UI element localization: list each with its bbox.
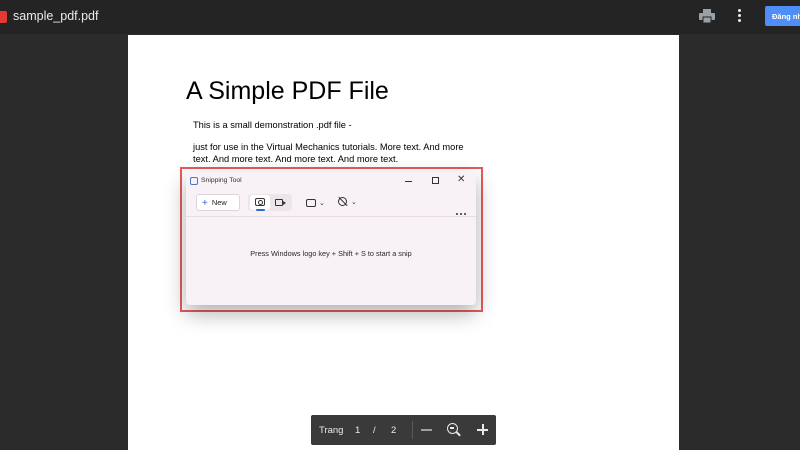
document-paragraph: just for use in the Virtual Mechanics tu…: [193, 142, 464, 164]
more-vert-icon[interactable]: [736, 9, 742, 23]
snipping-tool-window[interactable]: Snipping Tool ✕ + New ⌄ ⌄ Press Windows l…: [186, 172, 476, 305]
chevron-down-icon: ⌄: [319, 200, 325, 207]
snip-delay-dropdown[interactable]: ⌄: [338, 196, 358, 208]
pdf-icon: [0, 11, 7, 23]
snip-hint-text: Press Windows logo key + Shift + S to st…: [250, 249, 412, 258]
page-separator: /: [373, 425, 376, 436]
chevron-down-icon: ⌄: [351, 199, 357, 206]
current-page-input[interactable]: 1: [355, 425, 360, 436]
snipping-tool-title: Snipping Tool: [201, 177, 242, 184]
page-toolbar: Trang 1 / 2: [311, 415, 496, 445]
snipping-tool-titlebar[interactable]: Snipping Tool ✕: [186, 172, 476, 190]
file-title: sample_pdf.pdf: [13, 9, 99, 23]
more-horizontal-icon[interactable]: [456, 202, 468, 215]
new-snip-button[interactable]: + New: [196, 194, 240, 211]
document-title: A Simple PDF File: [186, 77, 389, 105]
document-text-line: This is a small demonstration .pdf file …: [193, 120, 352, 130]
print-icon[interactable]: [699, 9, 715, 23]
minimize-icon[interactable]: [405, 181, 412, 182]
top-bar: sample_pdf.pdf Đăng nhập: [0, 0, 800, 34]
snipping-tool-divider: [186, 216, 476, 217]
sign-in-button[interactable]: Đăng nhập: [765, 6, 800, 26]
snip-mode-toggle: [248, 194, 292, 211]
zoom-fit-icon[interactable]: [447, 423, 458, 434]
video-icon[interactable]: [275, 199, 286, 206]
camera-icon: [255, 198, 265, 206]
page-label: Trang: [319, 425, 344, 436]
new-snip-label: New: [211, 198, 227, 207]
maximize-icon[interactable]: [432, 177, 439, 184]
total-pages: 2: [391, 425, 397, 436]
active-mode-indicator: [256, 209, 265, 211]
snip-shape-dropdown[interactable]: ⌄: [306, 198, 326, 208]
snipping-tool-icon: [190, 177, 198, 185]
close-icon[interactable]: ✕: [457, 175, 465, 185]
screenshot-mode-button[interactable]: [250, 195, 270, 211]
snip-shape-icon: [306, 199, 316, 207]
zoom-in-icon[interactable]: [477, 424, 488, 435]
toolbar-divider: [412, 421, 413, 439]
plus-icon: +: [202, 198, 208, 209]
timer-off-icon: [338, 197, 347, 206]
zoom-out-icon[interactable]: [421, 429, 432, 431]
